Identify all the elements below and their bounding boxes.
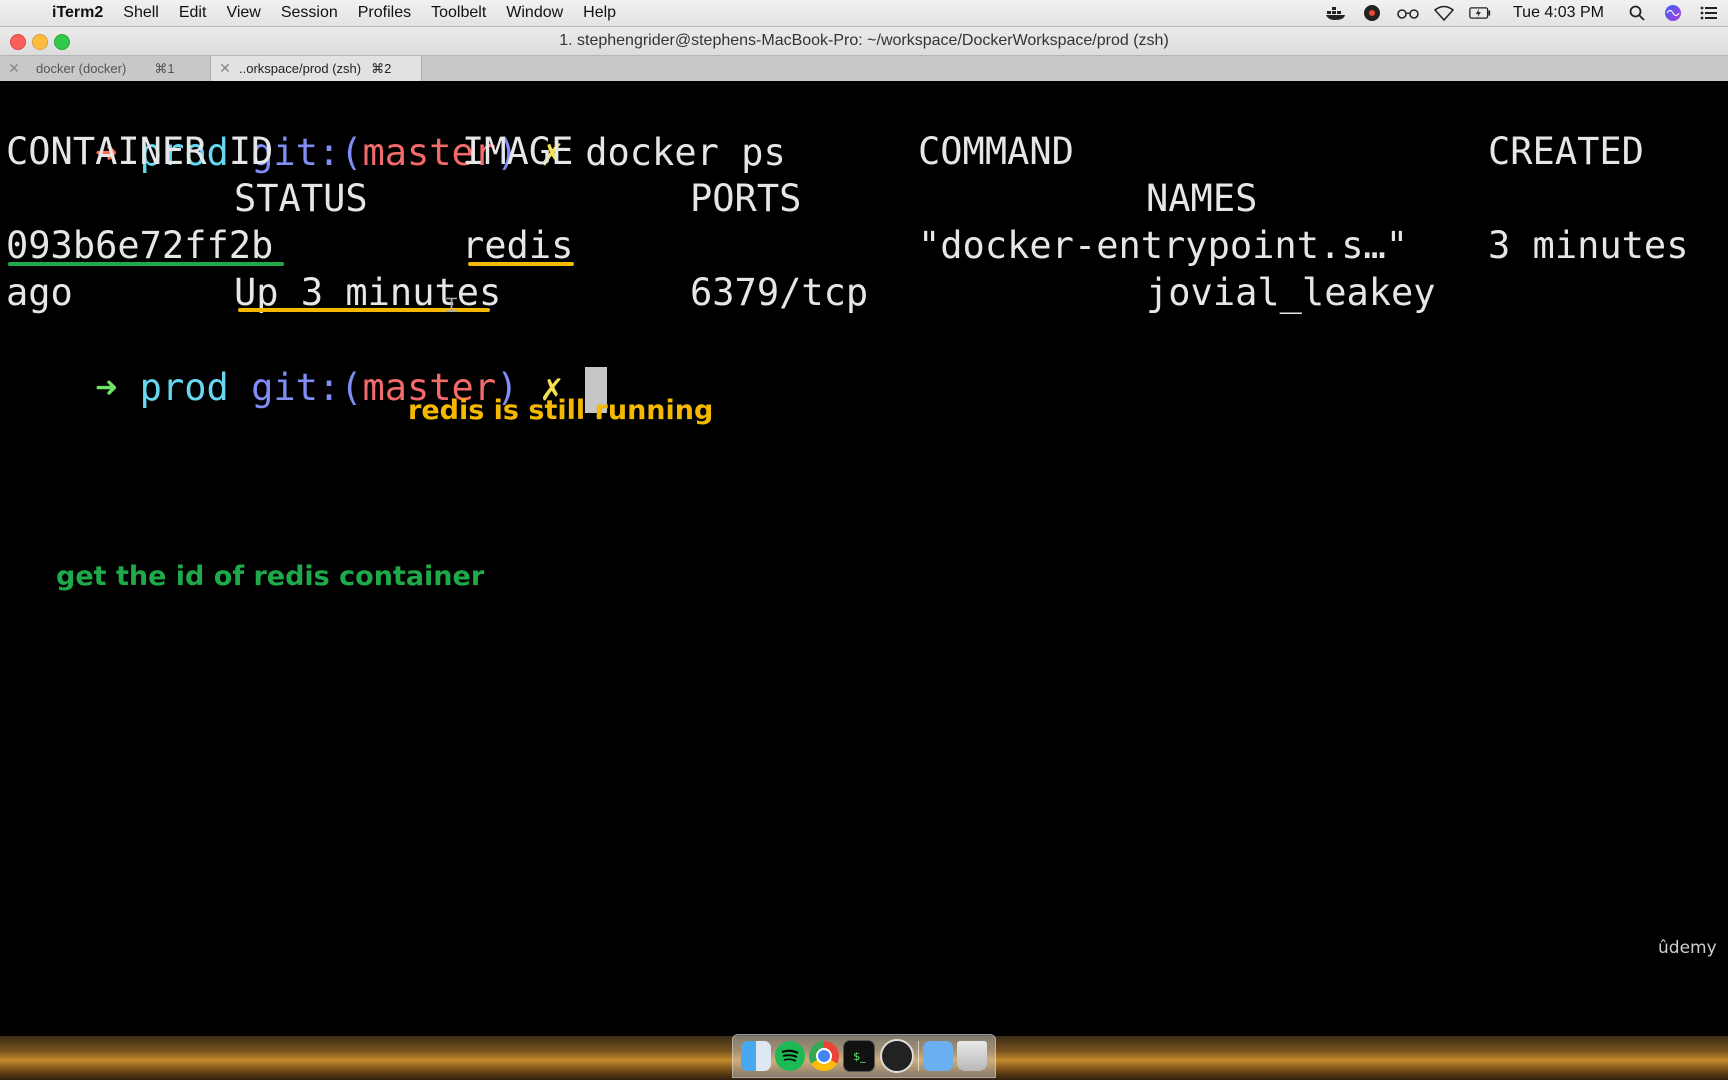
- menu-toolbelt[interactable]: Toolbelt: [421, 4, 496, 22]
- menu-window[interactable]: Window: [496, 4, 573, 22]
- udemy-watermark: ûdemy: [1658, 938, 1717, 958]
- menu-clock[interactable]: Tue 4:03 PM: [1505, 4, 1612, 22]
- glasses-icon[interactable]: [1397, 4, 1419, 22]
- dock: $_: [732, 1034, 996, 1078]
- header-image: IMAGE: [462, 130, 574, 173]
- screen-recorder-icon[interactable]: [1361, 4, 1383, 22]
- created-cell: 3 minutes: [1488, 224, 1689, 267]
- minimize-window-button[interactable]: [32, 34, 48, 50]
- window-title: 1. stephengrider@stephens-MacBook-Pro: ~…: [559, 32, 1169, 49]
- menu-help[interactable]: Help: [573, 4, 626, 22]
- close-window-button[interactable]: [10, 34, 26, 50]
- names-cell: jovial_leakey: [1146, 271, 1436, 314]
- text-cursor-ibeam-icon: Ɪ: [446, 293, 458, 317]
- header-command: COMMAND: [918, 130, 1074, 173]
- header-container-id: CONTAINER ID: [6, 130, 274, 173]
- folder-icon[interactable]: [922, 1041, 953, 1071]
- siri-icon[interactable]: [1662, 4, 1684, 22]
- menu-profiles[interactable]: Profiles: [348, 4, 421, 22]
- header-row-2: STATUS PORTS NAMES: [6, 175, 1726, 223]
- menu-edit[interactable]: Edit: [169, 4, 217, 22]
- docker-icon[interactable]: [1325, 4, 1347, 22]
- header-ports: PORTS: [690, 177, 802, 220]
- spotify-icon[interactable]: [775, 1041, 806, 1071]
- prompt-line: ➜ prod git:(master) ✗ docker ps: [6, 81, 786, 174]
- image-underline: [468, 262, 574, 266]
- wifi-icon[interactable]: [1433, 4, 1455, 22]
- menu-app-name[interactable]: iTerm2: [46, 4, 113, 22]
- prompt-dir: prod: [139, 366, 229, 409]
- tab-close-icon[interactable]: ✕: [211, 60, 239, 77]
- menu-bar: iTerm2 Shell Edit View Session Profiles …: [0, 0, 1728, 27]
- tab-bar: ✕ docker (docker) ⌘1 ✕ ..orkspace/prod (…: [0, 55, 1728, 82]
- chrome-icon[interactable]: [809, 1041, 840, 1071]
- menu-session[interactable]: Session: [271, 4, 348, 22]
- trash-icon[interactable]: [956, 1041, 987, 1071]
- annotation-redis-running: redis is still running: [408, 395, 714, 426]
- tab-label: ..orkspace/prod (zsh): [239, 61, 362, 76]
- header-status: STATUS: [234, 177, 368, 220]
- obs-icon[interactable]: [879, 1039, 914, 1073]
- menu-shell[interactable]: Shell: [113, 4, 169, 22]
- tab-shortcut: ⌘2: [371, 60, 392, 76]
- created-cell-continued: ago: [6, 271, 73, 314]
- battery-icon[interactable]: [1469, 4, 1491, 22]
- tab-shortcut: ⌘1: [154, 60, 175, 76]
- header-row-1: CONTAINER ID IMAGE COMMAND CREATED: [6, 128, 1726, 176]
- container-id-underline: [8, 262, 284, 266]
- window-title-bar[interactable]: 1. stephengrider@stephens-MacBook-Pro: ~…: [0, 27, 1728, 55]
- current-prompt-line[interactable]: ➜ prod git:(master) ✗: [6, 316, 608, 413]
- maximize-window-button[interactable]: [54, 34, 70, 50]
- header-created: CREATED: [1488, 130, 1644, 173]
- header-names: NAMES: [1146, 177, 1258, 220]
- finder-icon[interactable]: [741, 1041, 772, 1071]
- tab-prod-zsh[interactable]: ✕ ..orkspace/prod (zsh) ⌘2: [211, 56, 422, 81]
- tab-label: docker (docker): [36, 61, 127, 76]
- dock-separator: [917, 1041, 919, 1071]
- tab-docker[interactable]: ✕ docker (docker) ⌘1: [0, 56, 211, 81]
- ports-cell: 6379/tcp: [690, 271, 869, 314]
- tab-close-icon[interactable]: ✕: [0, 60, 28, 77]
- annotation-get-id: get the id of redis container: [56, 561, 485, 592]
- command-cell: "docker-entrypoint.s…": [918, 224, 1409, 267]
- prompt-git-prefix: git:(: [251, 366, 363, 409]
- notification-list-icon[interactable]: [1698, 4, 1720, 22]
- prompt-arrow: ➜: [95, 366, 118, 409]
- terminal-pane[interactable]: ➜ prod git:(master) ✗ docker ps CONTAINE…: [0, 81, 1728, 1036]
- menu-view[interactable]: View: [216, 4, 270, 22]
- terminal-icon[interactable]: $_: [843, 1040, 876, 1072]
- search-icon[interactable]: [1626, 4, 1648, 22]
